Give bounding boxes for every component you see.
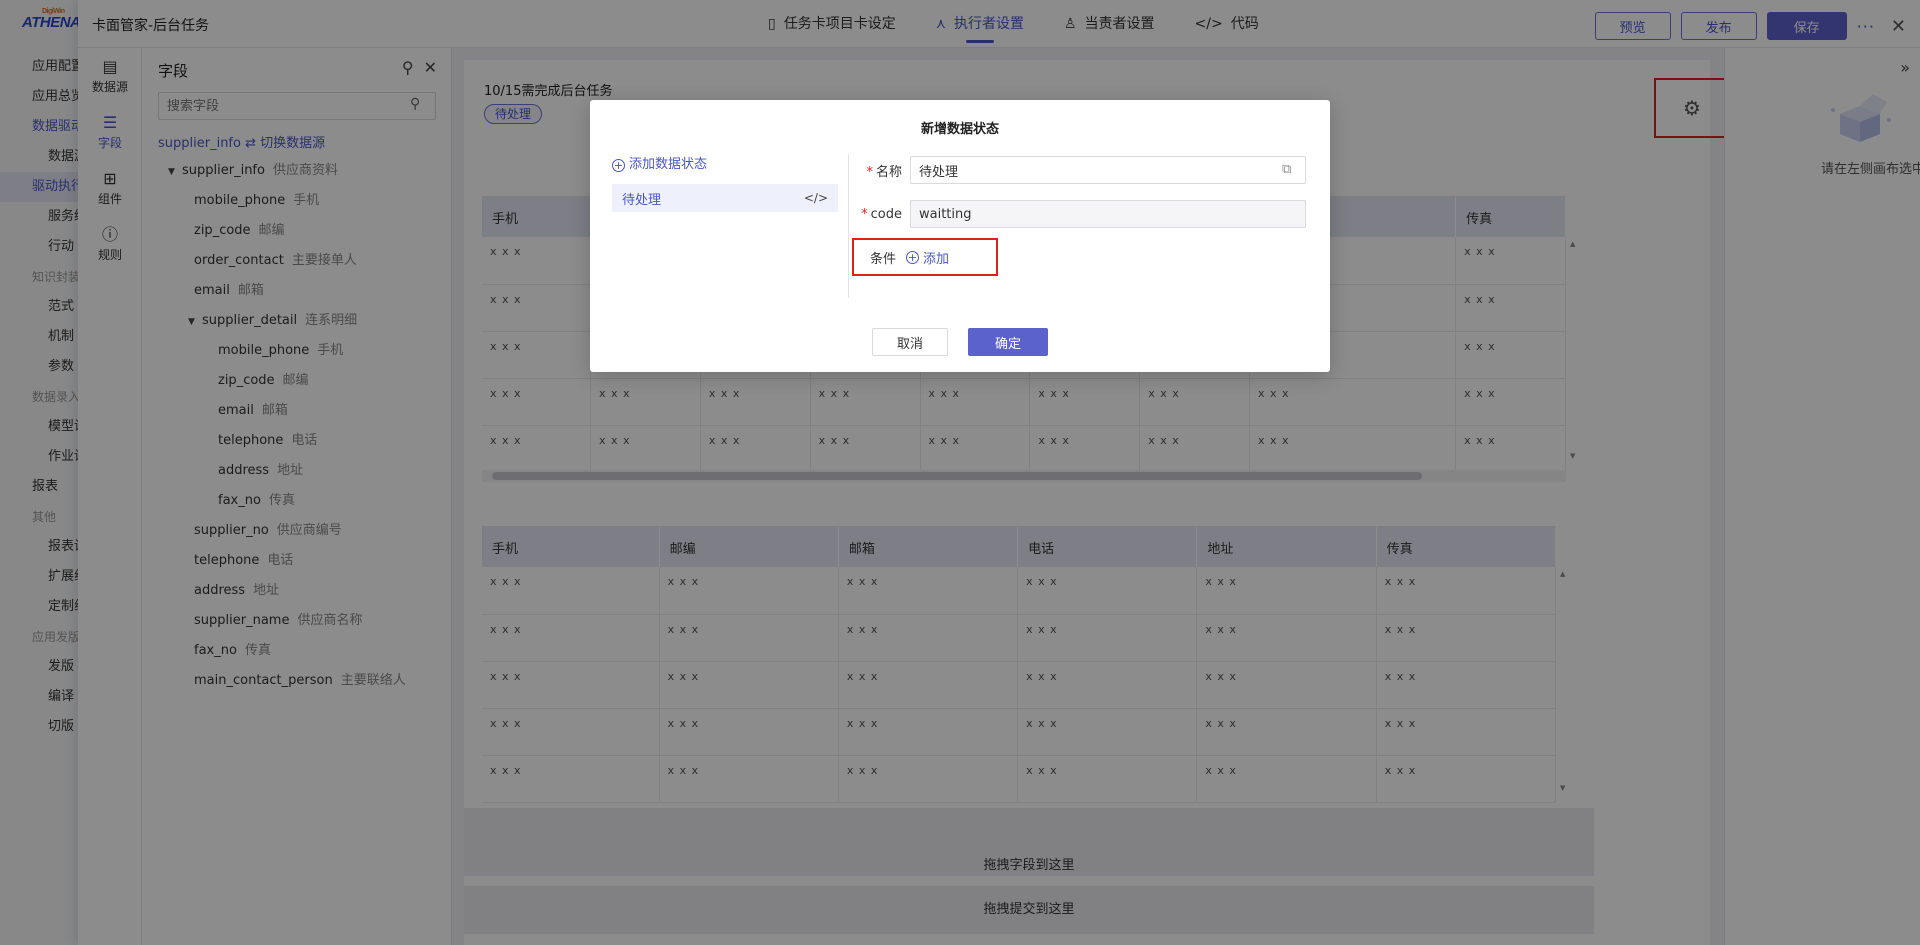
dialog-divider bbox=[848, 154, 849, 298]
required-mark: * bbox=[866, 164, 873, 180]
condition-label: 条件 bbox=[870, 251, 897, 267]
state-list: + 添加数据状态 待处理 </> bbox=[612, 154, 838, 212]
required-mark: * bbox=[861, 206, 868, 222]
code-icon[interactable]: </> bbox=[804, 191, 828, 205]
add-condition-button[interactable]: + 添加 bbox=[906, 248, 949, 267]
code-field[interactable] bbox=[910, 200, 1306, 228]
dialog-footer: 取消 确定 bbox=[590, 328, 1330, 356]
new-data-state-dialog: 新增数据状态 + 添加数据状态 待处理 </> *名称 ⧉ *code 条件 +… bbox=[590, 100, 1330, 372]
add-data-state-button[interactable]: + 添加数据状态 bbox=[612, 154, 838, 176]
add-condition-label: 添加 bbox=[923, 251, 950, 267]
cancel-button[interactable]: 取消 bbox=[871, 328, 948, 356]
add-state-label: 添加数据状态 bbox=[629, 157, 708, 172]
code-row: * code bbox=[860, 200, 1306, 228]
add-circle-icon: + bbox=[906, 250, 920, 264]
confirm-button[interactable]: 确定 bbox=[968, 328, 1049, 356]
state-item-label: 待处理 bbox=[622, 192, 662, 208]
add-circle-icon: + bbox=[612, 158, 625, 172]
code-label: * code bbox=[860, 207, 910, 222]
dialog-title: 新增数据状态 bbox=[920, 122, 999, 137]
name-field[interactable] bbox=[910, 156, 1306, 184]
state-list-item[interactable]: 待处理 </> bbox=[612, 184, 838, 212]
name-label-text: 名称 bbox=[875, 164, 902, 180]
code-label-text: code bbox=[870, 206, 902, 222]
name-row: * 名称 bbox=[860, 156, 1306, 184]
name-label: * 名称 bbox=[860, 161, 910, 180]
condition-highlight: 条件 + 添加 bbox=[852, 238, 998, 276]
translate-icon[interactable]: ⧉ bbox=[1282, 162, 1291, 177]
